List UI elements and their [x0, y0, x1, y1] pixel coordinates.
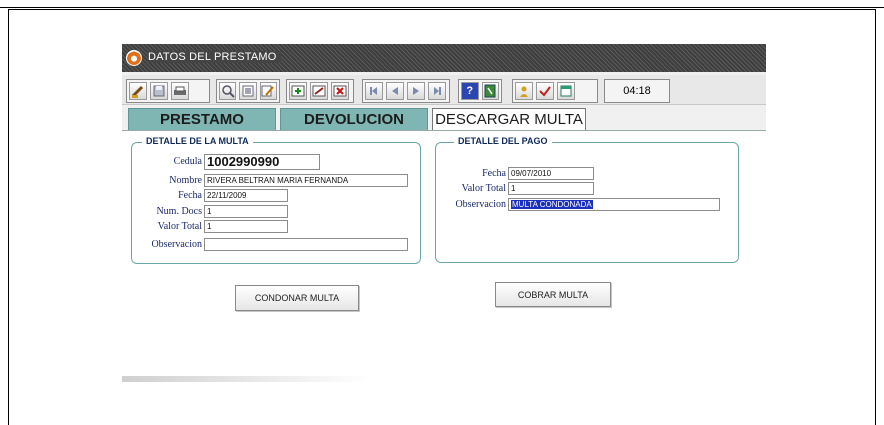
cobrar-multa-button[interactable]: COBRAR MULTA [495, 282, 611, 307]
prestamo-window: DATOS DEL PRESTAMO ? 04:18 PRESTAMO DEVO… [122, 44, 766, 380]
valor-total-multa-label: Valor Total [157, 221, 202, 232]
window-title: DATOS DEL PRESTAMO [148, 51, 281, 63]
cedula-field[interactable]: 1002990990 [204, 154, 320, 170]
last-record-icon[interactable] [428, 82, 446, 100]
observacion-multa-field[interactable] [204, 238, 408, 251]
valor-total-pago-label: Valor Total [461, 183, 506, 194]
toolbar: ? 04:18 [122, 75, 766, 105]
modify-record-icon[interactable] [310, 82, 328, 100]
nombre-label: Nombre [169, 175, 202, 186]
observacion-pago-selected-text: MULTA CONDONADA [511, 200, 593, 209]
detalle-multa-title: DETALLE DE LA MULTA [142, 136, 253, 146]
num-docs-label: Num. Docs [156, 206, 202, 217]
tab-bar: PRESTAMO DEVOLUCION DESCARGAR MULTA [122, 108, 766, 130]
nombre-field[interactable]: RIVERA BELTRAN MARIA FERNANDA [204, 174, 408, 187]
fecha-multa-field[interactable]: 22/11/2009 [204, 189, 288, 202]
page-frame-right [875, 9, 876, 425]
observacion-pago-field[interactable]: MULTA CONDONADA [508, 198, 720, 211]
toolbar-group-tools [512, 79, 598, 103]
tab-devolucion[interactable]: DEVOLUCION [280, 108, 428, 130]
window-bottom-shadow [122, 376, 372, 382]
valor-total-multa-field[interactable]: 1 [204, 220, 288, 233]
list-icon[interactable] [239, 82, 257, 100]
detalle-pago-title: DETALLE DEL PAGO [454, 136, 552, 146]
edit-icon[interactable] [259, 82, 277, 100]
toolbar-group-navigate [362, 79, 450, 103]
num-docs-field[interactable]: 1 [204, 205, 288, 218]
descargar-multa-panel: DETALLE DE LA MULTA Cedula 1002990990 No… [122, 131, 766, 380]
clock-display: 04:18 [604, 79, 670, 103]
tab-prestamo[interactable]: PRESTAMO [128, 108, 276, 130]
next-record-icon[interactable] [407, 82, 425, 100]
fecha-pago-field[interactable]: 09/07/2010 [508, 167, 594, 180]
help-icon[interactable]: ? [461, 82, 479, 100]
observacion-multa-label: Observacion [151, 239, 202, 250]
window-titlebar[interactable]: DATOS DEL PRESTAMO [122, 44, 766, 72]
calendar-icon[interactable] [557, 82, 575, 100]
toolbar-group-help: ? [458, 79, 502, 103]
check-icon[interactable] [536, 82, 554, 100]
observacion-pago-label: Observacion [455, 199, 506, 210]
toolbar-group-edit [126, 79, 210, 103]
save-icon[interactable] [150, 82, 168, 100]
condonar-multa-button[interactable]: CONDONAR MULTA [235, 285, 359, 311]
app-icon [126, 50, 142, 66]
exit-icon[interactable] [481, 82, 499, 100]
page-top-rule [0, 7, 884, 8]
print-icon[interactable] [171, 82, 189, 100]
delete-record-icon[interactable] [331, 82, 349, 100]
user-icon[interactable] [515, 82, 533, 100]
tab-descargar-multa[interactable]: DESCARGAR MULTA [432, 108, 586, 130]
page-frame-left [8, 9, 9, 425]
fecha-pago-label: Fecha [482, 168, 506, 179]
fecha-multa-label: Fecha [178, 190, 202, 201]
valor-total-pago-field[interactable]: 1 [508, 182, 594, 195]
prev-record-icon[interactable] [386, 82, 404, 100]
toolbar-group-query [216, 79, 280, 103]
first-record-icon[interactable] [365, 82, 383, 100]
page-frame-top [8, 9, 876, 10]
cedula-label: Cedula [173, 156, 202, 167]
find-icon[interactable] [219, 82, 237, 100]
clear-icon[interactable] [129, 82, 147, 100]
toolbar-group-records [286, 79, 354, 103]
insert-record-icon[interactable] [289, 82, 307, 100]
